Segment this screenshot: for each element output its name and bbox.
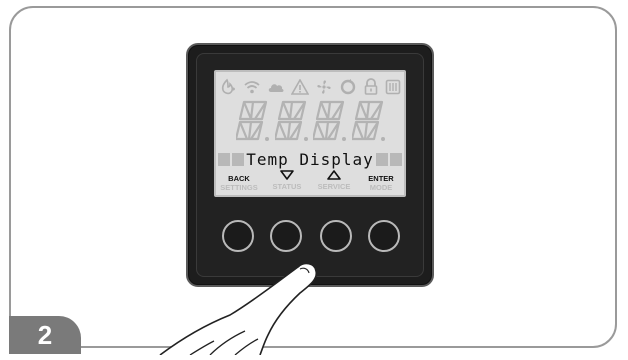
segment-digit — [313, 99, 347, 143]
step-number-badge: 2 — [9, 316, 81, 354]
flame-icon — [219, 78, 237, 96]
enter-button[interactable] — [368, 220, 400, 252]
service-label: SERVICE — [311, 170, 357, 191]
warning-icon — [291, 79, 309, 95]
enter-label: ENTER MODE — [358, 174, 404, 192]
mode-label: MODE — [369, 183, 393, 192]
lcd-message-line: Temp Display — [218, 149, 402, 169]
lcd-pixel-block — [218, 152, 230, 166]
up-arrow-icon — [327, 170, 341, 180]
fan-icon — [315, 78, 333, 96]
back-label: BACK SETTINGS — [216, 174, 262, 192]
segment-digit — [274, 99, 309, 143]
status-label: STATUS — [264, 170, 310, 191]
lcd-pixel-block — [232, 152, 244, 166]
wifi-icon — [243, 79, 261, 95]
segment-digit — [351, 99, 386, 143]
back-label-primary: BACK — [228, 174, 250, 183]
lcd-pixel-block — [390, 152, 402, 166]
button-labels: BACK SETTINGS STATUS SERVICE ENTER MODE — [216, 170, 404, 196]
heater-icon — [385, 79, 401, 95]
cloud-icon — [267, 80, 285, 94]
pressing-finger-illustration — [150, 255, 350, 360]
down-button[interactable] — [270, 220, 302, 252]
service-label-text: SERVICE — [317, 182, 351, 191]
status-label-text: STATUS — [272, 182, 302, 191]
enter-label-primary: ENTER — [368, 174, 394, 183]
recycle-icon — [339, 78, 357, 96]
lcd-pixel-block — [376, 152, 388, 166]
up-button[interactable] — [320, 220, 352, 252]
down-arrow-icon — [280, 170, 294, 180]
lock-icon — [363, 78, 379, 96]
segment-digit — [236, 99, 270, 143]
status-icon-row — [216, 75, 404, 99]
segment-display — [236, 99, 386, 145]
back-button[interactable] — [222, 220, 254, 252]
settings-label: SETTINGS — [220, 183, 258, 192]
lcd-message: Temp Display — [246, 149, 374, 169]
